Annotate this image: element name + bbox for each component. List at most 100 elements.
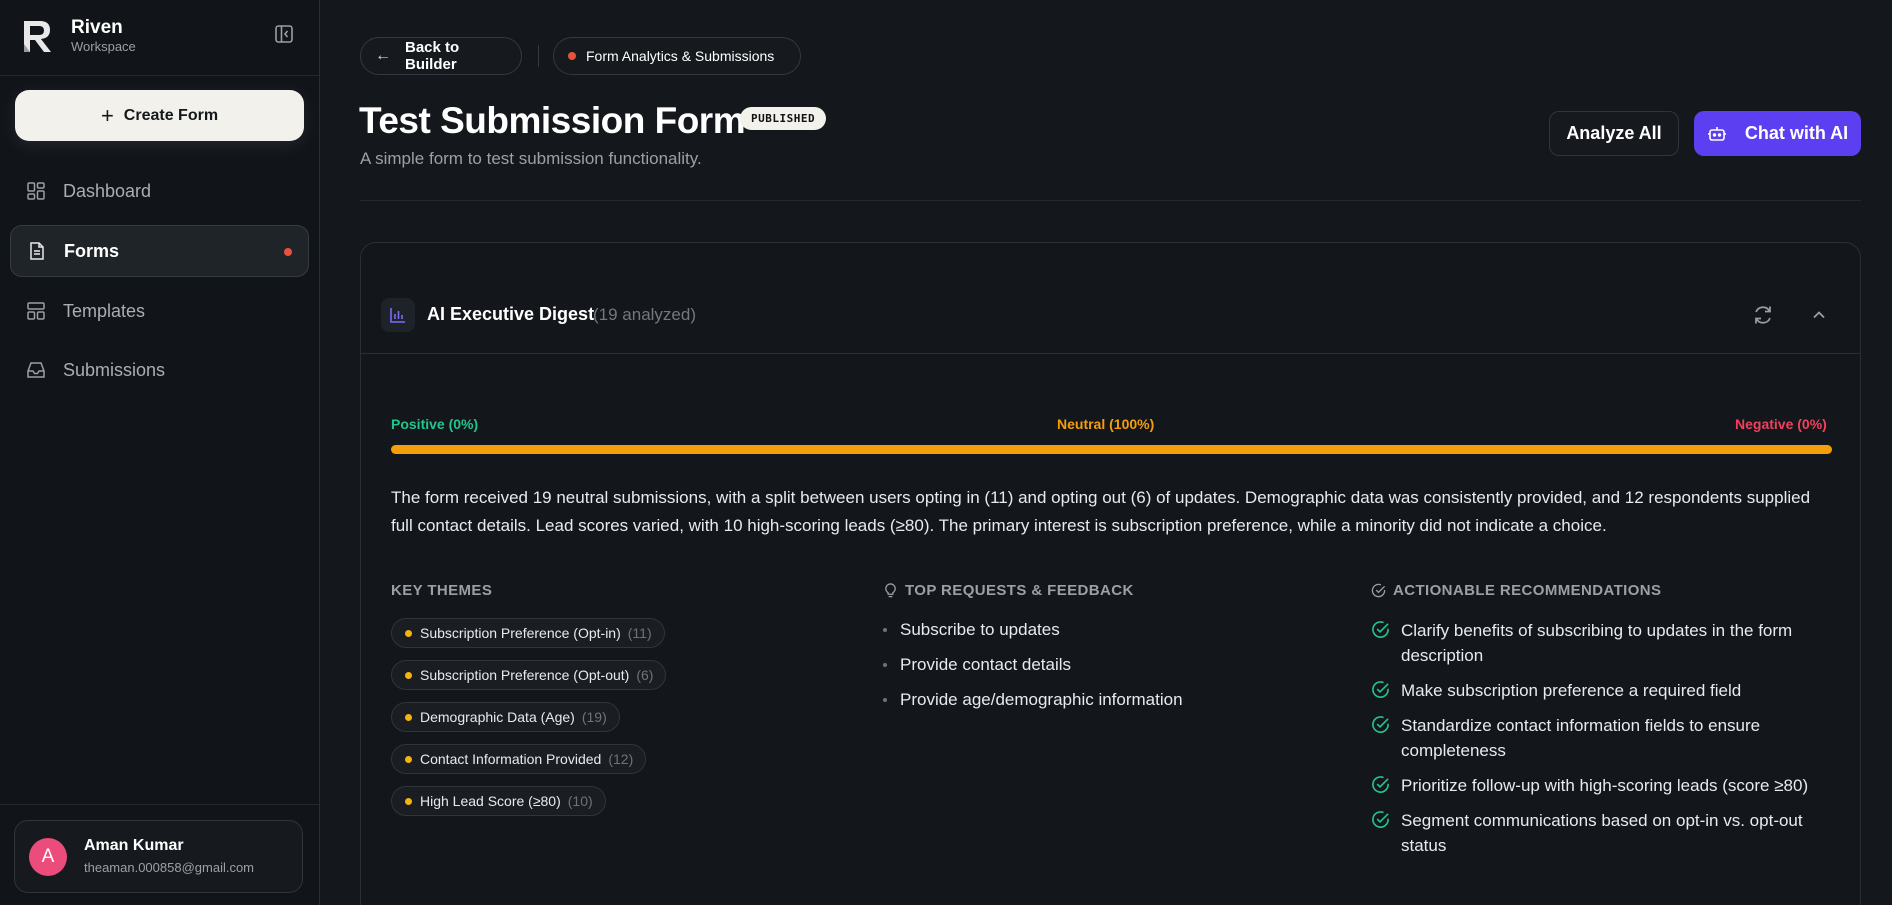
templates-icon bbox=[27, 302, 45, 320]
theme-dot bbox=[405, 713, 412, 721]
status-dot bbox=[568, 52, 576, 60]
requests-heading: TOP REQUESTS & FEEDBACK bbox=[883, 582, 1134, 599]
chat-label: Chat with AI bbox=[1744, 123, 1849, 143]
avatar: A bbox=[29, 837, 67, 876]
sidebar-divider bbox=[0, 75, 320, 76]
robot-icon bbox=[1707, 126, 1726, 141]
divider bbox=[538, 45, 539, 67]
recommendation-text: Clarify benefits of subscribing to updat… bbox=[1401, 621, 1793, 665]
brand[interactable]: Riven Workspace bbox=[20, 16, 136, 56]
request-label: Provide age/demographic information bbox=[900, 690, 1183, 709]
theme-count: (6) bbox=[636, 667, 654, 683]
theme-dot bbox=[405, 797, 412, 805]
check-circle-icon bbox=[1372, 621, 1389, 638]
theme-chip: Demographic Data (Age) (19) bbox=[391, 702, 620, 732]
check-circle-icon bbox=[1372, 716, 1389, 733]
digest-header[interactable]: AI Executive Digest (19 analyzed) bbox=[361, 243, 1860, 354]
user-profile-card[interactable]: A Aman Kumar theaman.000858@gmail.com bbox=[14, 820, 303, 893]
file-icon bbox=[30, 242, 44, 260]
recommendation-item: Make subscription preference a required … bbox=[1371, 678, 1841, 703]
key-themes-heading: KEY THEMES bbox=[391, 582, 492, 599]
ai-digest-card: AI Executive Digest (19 analyzed) Positi… bbox=[360, 242, 1861, 905]
check-circle-icon bbox=[1372, 681, 1389, 698]
breadcrumb-label: Form Analytics & Submissions bbox=[586, 48, 775, 64]
recommendations-heading: ACTIONABLE RECOMMENDATIONS bbox=[1371, 582, 1661, 599]
page-subtitle: A simple form to test submission functio… bbox=[360, 149, 702, 168]
request-item: Subscribe to updates bbox=[883, 620, 1060, 640]
sidebar-divider bbox=[0, 804, 320, 805]
recommendation-item: Prioritize follow-up with high-scoring l… bbox=[1371, 773, 1841, 798]
sidebar-item-templates[interactable]: Templates bbox=[10, 285, 309, 337]
divider bbox=[360, 200, 1861, 201]
theme-dot bbox=[405, 629, 412, 637]
sidebar-collapse-icon[interactable] bbox=[274, 24, 294, 44]
request-label: Provide contact details bbox=[900, 655, 1072, 674]
request-item: Provide age/demographic information bbox=[883, 690, 1183, 710]
sentiment-bar bbox=[391, 445, 1832, 454]
brand-name: Riven bbox=[71, 17, 123, 38]
theme-chip: High Lead Score (≥80) (10) bbox=[391, 786, 606, 816]
bullet bbox=[883, 663, 887, 667]
plus-icon: + bbox=[100, 102, 114, 128]
request-label: Subscribe to updates bbox=[900, 620, 1060, 639]
chat-with-ai-button[interactable]: Chat with AI bbox=[1694, 111, 1861, 156]
sidebar-item-dashboard[interactable]: Dashboard bbox=[10, 165, 309, 217]
sidebar-item-label: Submissions bbox=[63, 359, 166, 380]
brand-subtitle: Workspace bbox=[71, 39, 136, 54]
back-label: Back to Builder bbox=[405, 39, 460, 73]
analyze-all-button[interactable]: Analyze All bbox=[1549, 111, 1679, 156]
sentiment-neutral-label: Neutral (100%) bbox=[1057, 416, 1155, 432]
theme-chip: Subscription Preference (Opt-out) (6) bbox=[391, 660, 667, 690]
heading-label: TOP REQUESTS & FEEDBACK bbox=[905, 582, 1134, 599]
breadcrumb-analytics: Form Analytics & Submissions bbox=[553, 37, 801, 75]
bar-chart-icon bbox=[381, 298, 415, 332]
arrow-left-icon: ← bbox=[375, 47, 391, 64]
digest-title: AI Executive Digest bbox=[427, 304, 595, 324]
create-form-button[interactable]: + Create Form bbox=[15, 90, 304, 141]
theme-count: (10) bbox=[567, 793, 593, 809]
sidebar-item-label: Dashboard bbox=[63, 180, 152, 201]
check-circle-icon bbox=[1372, 811, 1389, 828]
notification-dot bbox=[284, 248, 292, 256]
recommendation-text: Make subscription preference a required … bbox=[1401, 681, 1742, 700]
dashboard-icon bbox=[27, 182, 45, 200]
heading-label: KEY THEMES bbox=[391, 582, 493, 599]
user-email: theaman.000858@gmail.com bbox=[84, 860, 255, 875]
theme-label: Subscription Preference (Opt-out) bbox=[420, 667, 630, 683]
bullet bbox=[883, 698, 887, 702]
sentiment-positive-label: Positive (0%) bbox=[391, 416, 479, 432]
riven-logo-icon bbox=[24, 21, 51, 52]
sidebar-item-submissions[interactable]: Submissions bbox=[10, 344, 309, 396]
sidebar-item-forms[interactable]: Forms bbox=[10, 225, 309, 277]
theme-label: Contact Information Provided bbox=[420, 751, 602, 767]
check-circle-icon bbox=[1372, 776, 1389, 793]
request-item: Provide contact details bbox=[883, 655, 1071, 675]
bullet bbox=[883, 628, 887, 632]
check-circle-icon bbox=[1371, 583, 1386, 598]
digest-summary: The form received 19 neutral submissions… bbox=[391, 488, 1811, 535]
sidebar-item-label: Templates bbox=[63, 300, 146, 321]
recommendation-item: Clarify benefits of subscribing to updat… bbox=[1371, 618, 1841, 668]
page-title: Test Submission Form bbox=[359, 100, 746, 141]
sidebar: Riven Workspace + Create Form Dashboard … bbox=[0, 0, 320, 905]
inbox-icon bbox=[27, 362, 45, 378]
sentiment-neutral-segment bbox=[391, 445, 1832, 454]
heading-label: ACTIONABLE RECOMMENDATIONS bbox=[1393, 582, 1662, 599]
status-badge: PUBLISHED bbox=[740, 107, 827, 130]
theme-chip: Subscription Preference (Opt-in) (11) bbox=[391, 618, 665, 648]
recommendation-text: Segment communications based on opt-in v… bbox=[1401, 811, 1803, 855]
theme-dot bbox=[405, 671, 412, 679]
theme-chip: Contact Information Provided (12) bbox=[391, 744, 647, 774]
recommendation-item: Standardize contact information fields t… bbox=[1371, 713, 1841, 763]
theme-count: (12) bbox=[608, 751, 634, 767]
theme-count: (11) bbox=[627, 625, 652, 641]
recommendation-text: Standardize contact information fields t… bbox=[1401, 716, 1761, 760]
sentiment-negative-label: Negative (0%) bbox=[1735, 416, 1827, 432]
sidebar-item-label: Forms bbox=[64, 240, 120, 261]
chevron-up-icon[interactable] bbox=[1807, 303, 1831, 327]
theme-label: High Lead Score (≥80) bbox=[420, 793, 561, 809]
refresh-icon[interactable] bbox=[1751, 303, 1775, 327]
recommendation-item: Segment communications based on opt-in v… bbox=[1371, 808, 1841, 858]
back-to-builder-button[interactable]: ← Back to Builder bbox=[360, 37, 522, 75]
theme-dot bbox=[405, 755, 412, 763]
